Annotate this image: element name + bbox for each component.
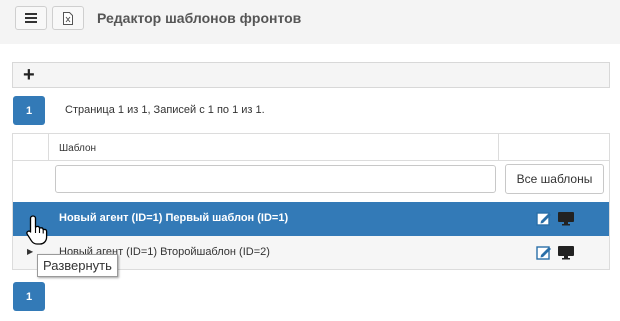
grid-divider (498, 134, 499, 160)
column-header-template[interactable]: Шаблон (59, 143, 96, 154)
row-label: Новый агент (ID=1) Первый шаблон (ID=1) (59, 212, 289, 224)
excel-export-button[interactable] (52, 6, 84, 30)
expand-tooltip: Развернуть (37, 254, 118, 277)
page-button-bottom[interactable]: 1 (13, 282, 45, 311)
grid-divider (48, 134, 49, 160)
edit-icon (536, 245, 551, 260)
preview-button[interactable] (557, 210, 575, 226)
all-templates-button[interactable]: Все шаблоны (505, 164, 604, 194)
pagination-info: Страница 1 из 1, Записей с 1 по 1 из 1. (65, 104, 265, 116)
add-toolbar: + (12, 62, 610, 88)
edit-icon (536, 211, 551, 226)
monitor-icon (558, 245, 574, 259)
row-actions (535, 244, 575, 260)
hand-cursor-icon (26, 215, 48, 245)
page-title: Редактор шаблонов фронтов (97, 10, 302, 26)
menu-button[interactable] (15, 6, 47, 30)
hamburger-icon (25, 13, 37, 23)
page-button-top[interactable]: 1 (13, 96, 45, 125)
template-filter-input[interactable] (55, 165, 496, 193)
edit-button[interactable] (535, 210, 553, 226)
table-row[interactable]: Новый агент (ID=1) Первый шаблон (ID=1) (13, 202, 609, 236)
templates-grid: Шаблон Все шаблоны Новый агент (ID=1) Пе… (12, 133, 610, 270)
add-button[interactable]: + (23, 65, 35, 85)
top-bar: Редактор шаблонов фронтов (0, 0, 620, 44)
preview-button[interactable] (557, 244, 575, 260)
grid-divider (13, 160, 609, 161)
row-actions (535, 210, 575, 226)
expand-icon[interactable]: ▶ (27, 247, 33, 256)
monitor-icon (558, 211, 574, 225)
edit-button[interactable] (535, 244, 553, 260)
excel-export-icon (63, 11, 73, 25)
